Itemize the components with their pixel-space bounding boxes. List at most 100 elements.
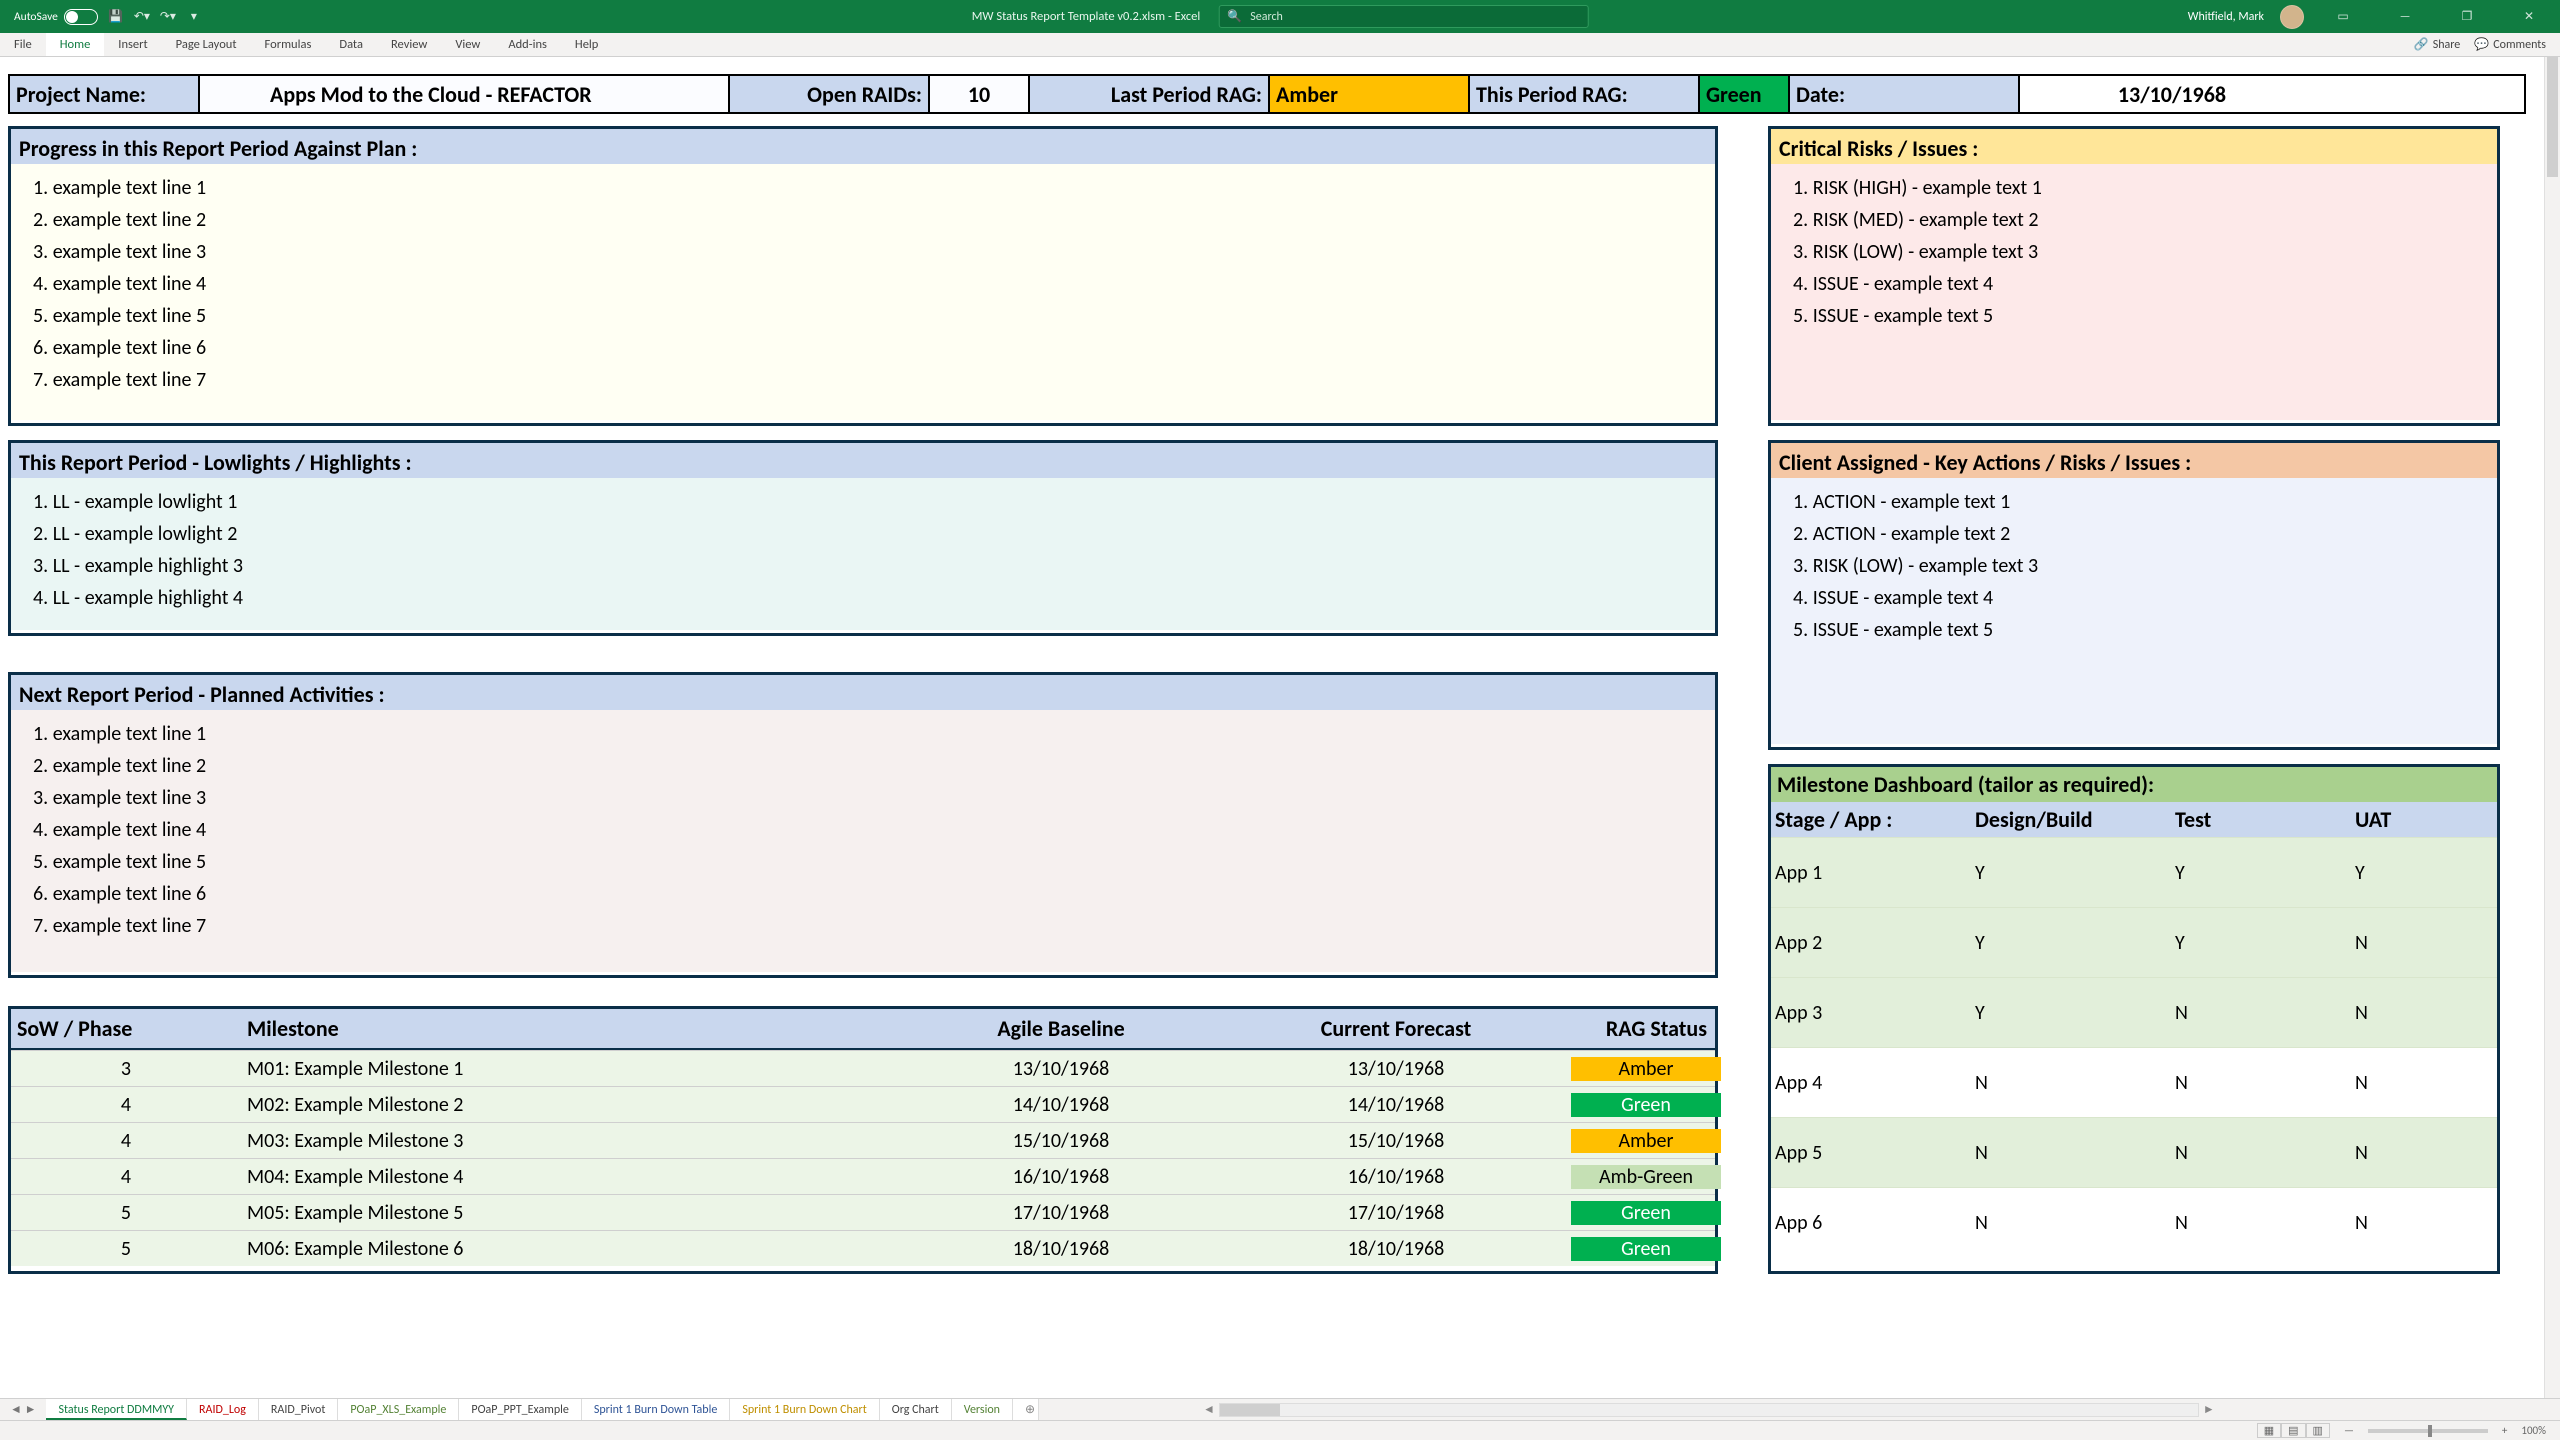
list-item[interactable]: 5. example text line 5 <box>33 846 1699 878</box>
this-rag-value[interactable]: Green <box>1700 76 1790 112</box>
panel-dashboard: Milestone Dashboard (tailor as required)… <box>1768 764 2500 1274</box>
table-row[interactable]: 4M02: Example Milestone 214/10/196814/10… <box>11 1086 1715 1122</box>
close-icon[interactable]: ✕ <box>2506 0 2552 33</box>
table-row[interactable]: 5M06: Example Milestone 618/10/196818/10… <box>11 1230 1715 1266</box>
raids-value[interactable]: 10 <box>930 76 1030 112</box>
vertical-scrollbar[interactable] <box>2544 57 2560 1398</box>
sheet-tab-poap-xls-example[interactable]: POaP_XLS_Example <box>338 1399 459 1420</box>
sheet-tab-raid-pivot[interactable]: RAID_Pivot <box>259 1399 338 1420</box>
zoom-slider[interactable] <box>2368 1429 2488 1433</box>
list-item[interactable]: 1. example text line 1 <box>33 172 1699 204</box>
ribbon-tab-data[interactable]: Data <box>325 33 377 56</box>
autosave-toggle-icon[interactable] <box>64 9 98 25</box>
lowhigh-list[interactable]: 1. LL - example lowlight 12. LL - exampl… <box>11 478 1715 624</box>
list-item[interactable]: 4. example text line 4 <box>33 268 1699 300</box>
zoom-out-icon[interactable]: — <box>2344 1424 2354 1437</box>
list-item[interactable]: 6. example text line 6 <box>33 878 1699 910</box>
sheet-tab-sprint-1-burn-down-table[interactable]: Sprint 1 Burn Down Table <box>582 1399 730 1420</box>
user-name[interactable]: Whitfield, Mark <box>2188 10 2264 24</box>
planned-list[interactable]: 1. example text line 12. example text li… <box>11 710 1715 952</box>
risks-list[interactable]: 1. RISK (HIGH) - example text 12. RISK (… <box>1771 164 2497 342</box>
list-item[interactable]: 1. LL - example lowlight 1 <box>33 486 1699 518</box>
list-item[interactable]: 1. ACTION - example text 1 <box>1793 486 2481 518</box>
sheet-tab-org-chart[interactable]: Org Chart <box>880 1399 952 1420</box>
sheet-tab-version[interactable]: Version <box>952 1399 1013 1420</box>
undo-icon[interactable]: ↶▾ <box>134 9 150 25</box>
planned-title: Next Report Period - Planned Activities … <box>11 675 1715 710</box>
table-row[interactable]: App 4NNN <box>1771 1047 2497 1117</box>
table-row[interactable]: App 2YYN <box>1771 907 2497 977</box>
list-item[interactable]: 4. example text line 4 <box>33 814 1699 846</box>
list-item[interactable]: 2. RISK (MED) - example text 2 <box>1793 204 2481 236</box>
ribbon-tab-formulas[interactable]: Formulas <box>251 33 326 56</box>
table-row[interactable]: App 6NNN <box>1771 1187 2497 1257</box>
ribbon-tab-page-layout[interactable]: Page Layout <box>162 33 251 56</box>
sheet-tab-poap-ppt-example[interactable]: POaP_PPT_Example <box>459 1399 581 1420</box>
scroll-thumb[interactable] <box>2547 57 2558 177</box>
ribbon-tab-home[interactable]: Home <box>46 33 105 56</box>
zoom-in-icon[interactable]: + <box>2502 1424 2507 1437</box>
list-item[interactable]: 1. RISK (HIGH) - example text 1 <box>1793 172 2481 204</box>
list-item[interactable]: 4. LL - example highlight 4 <box>33 582 1699 614</box>
search-input[interactable]: 🔍 Search <box>1218 5 1588 28</box>
list-item[interactable]: 5. example text line 5 <box>33 300 1699 332</box>
view-switcher[interactable]: ▦▤▥ <box>2257 1424 2330 1437</box>
ribbon-tab-insert[interactable]: Insert <box>104 33 161 56</box>
horizontal-scrollbar[interactable]: ◄ ► <box>1039 1399 2560 1420</box>
last-rag-value[interactable]: Amber <box>1270 76 1470 112</box>
list-item[interactable]: 4. ISSUE - example text 4 <box>1793 582 2481 614</box>
client-list[interactable]: 1. ACTION - example text 12. ACTION - ex… <box>1771 478 2497 656</box>
zoom-level[interactable]: 100% <box>2521 1424 2546 1437</box>
save-icon[interactable]: 💾 <box>108 9 124 25</box>
list-item[interactable]: 2. example text line 2 <box>33 204 1699 236</box>
maximize-icon[interactable]: ❐ <box>2444 0 2490 33</box>
worksheet-area[interactable]: Project Name: Apps Mod to the Cloud - RE… <box>0 74 2534 1398</box>
ribbon-tab-help[interactable]: Help <box>561 33 612 56</box>
table-row[interactable]: 4M04: Example Milestone 416/10/196816/10… <box>11 1158 1715 1194</box>
sheet-nav-arrows[interactable]: ◄ ► <box>0 1399 46 1420</box>
list-item[interactable]: 2. LL - example lowlight 2 <box>33 518 1699 550</box>
list-item[interactable]: 3. example text line 3 <box>33 236 1699 268</box>
table-row[interactable]: 5M05: Example Milestone 517/10/196817/10… <box>11 1194 1715 1230</box>
share-button[interactable]: 🔗 Share <box>2414 37 2461 52</box>
list-item[interactable]: 4. ISSUE - example text 4 <box>1793 268 2481 300</box>
ribbon-tab-view[interactable]: View <box>441 33 494 56</box>
list-item[interactable]: 5. ISSUE - example text 5 <box>1793 300 2481 332</box>
list-item[interactable]: 6. example text line 6 <box>33 332 1699 364</box>
list-item[interactable]: 3. RISK (LOW) - example text 3 <box>1793 236 2481 268</box>
list-item[interactable]: 3. example text line 3 <box>33 782 1699 814</box>
ribbon-tab-add-ins[interactable]: Add-ins <box>494 33 561 56</box>
list-item[interactable]: 5. ISSUE - example text 5 <box>1793 614 2481 646</box>
autosave-control[interactable]: AutoSave <box>14 9 98 25</box>
progress-list[interactable]: 1. example text line 12. example text li… <box>11 164 1715 406</box>
table-row[interactable]: 4M03: Example Milestone 315/10/196815/10… <box>11 1122 1715 1158</box>
sheet-tab-status-report-ddmmyy[interactable]: Status Report DDMMYY <box>46 1399 187 1420</box>
avatar[interactable] <box>2280 5 2304 29</box>
comments-button[interactable]: 💬 Comments <box>2474 37 2546 52</box>
table-row[interactable]: App 1YYY <box>1771 837 2497 907</box>
list-item[interactable]: 7. example text line 7 <box>33 910 1699 942</box>
customise-qat-icon[interactable]: ▾ <box>186 9 202 25</box>
ribbon-tab-review[interactable]: Review <box>377 33 441 56</box>
list-item[interactable]: 3. RISK (LOW) - example text 3 <box>1793 550 2481 582</box>
new-sheet-button[interactable]: ⊕ <box>1013 1399 1039 1420</box>
list-item[interactable]: 1. example text line 1 <box>33 718 1699 750</box>
ribbon-tabs: FileHomeInsertPage LayoutFormulasDataRev… <box>0 33 2560 57</box>
redo-icon[interactable]: ↷▾ <box>160 9 176 25</box>
project-value[interactable]: Apps Mod to the Cloud - REFACTOR <box>200 76 730 112</box>
list-item[interactable]: 7. example text line 7 <box>33 364 1699 396</box>
autosave-label: AutoSave <box>14 10 58 24</box>
minimize-icon[interactable]: — <box>2382 0 2428 33</box>
raids-label: Open RAIDs: <box>730 76 930 112</box>
ribbon-display-icon[interactable]: ▭ <box>2320 0 2366 33</box>
table-row[interactable]: App 3YNN <box>1771 977 2497 1047</box>
table-row[interactable]: App 5NNN <box>1771 1117 2497 1187</box>
table-row[interactable]: 3M01: Example Milestone 113/10/196813/10… <box>11 1050 1715 1086</box>
sheet-tab-sprint-1-burn-down-chart[interactable]: Sprint 1 Burn Down Chart <box>730 1399 879 1420</box>
ribbon-tab-file[interactable]: File <box>0 33 46 56</box>
list-item[interactable]: 2. ACTION - example text 2 <box>1793 518 2481 550</box>
list-item[interactable]: 3. LL - example highlight 3 <box>33 550 1699 582</box>
date-value[interactable]: 13/10/1968 <box>2020 76 2240 112</box>
list-item[interactable]: 2. example text line 2 <box>33 750 1699 782</box>
sheet-tab-raid-log[interactable]: RAID_Log <box>187 1399 259 1420</box>
